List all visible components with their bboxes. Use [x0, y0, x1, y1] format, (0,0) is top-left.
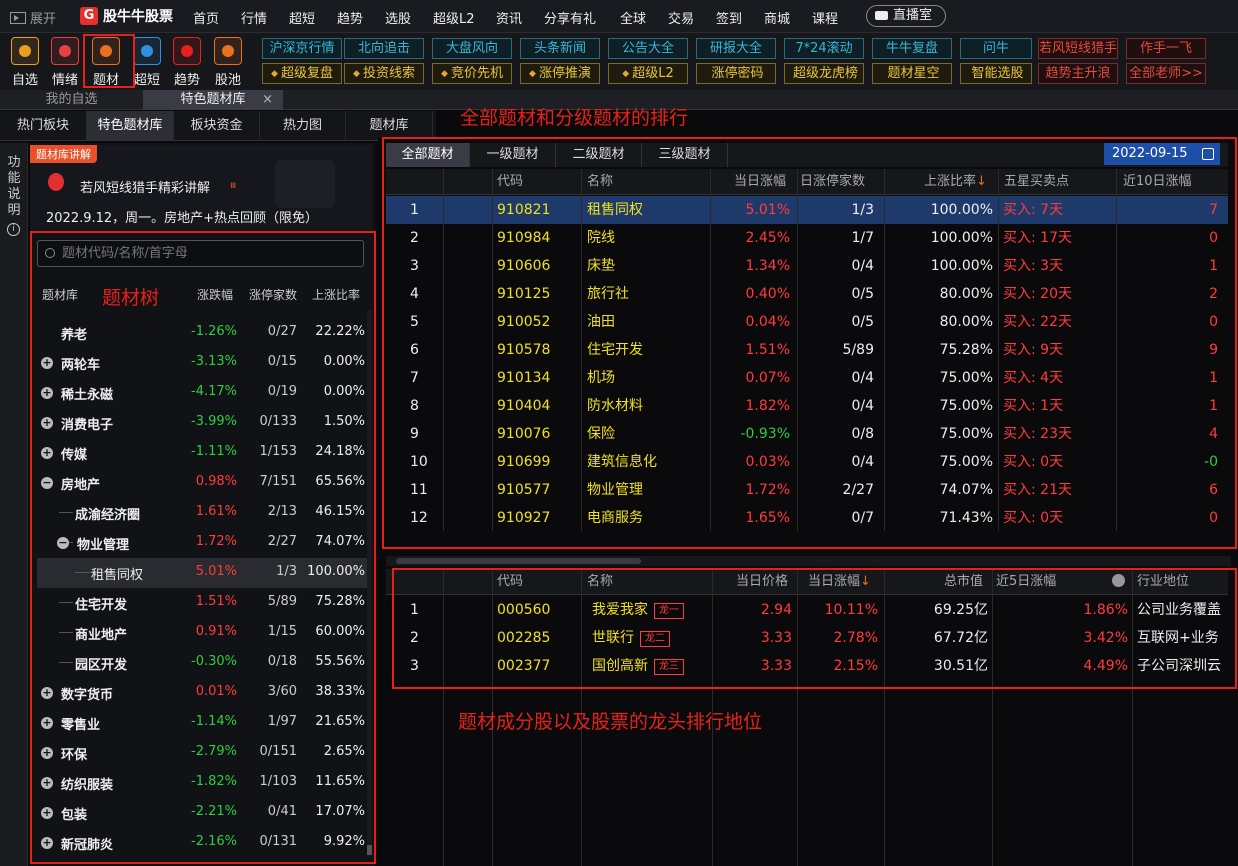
quick-tool-9[interactable]: 智能选股 — [960, 63, 1032, 84]
quick-tool-3[interactable]: 竞价先机 — [432, 63, 512, 84]
video-camera-icon — [275, 160, 335, 208]
components-highlight-box — [392, 568, 1237, 689]
expand-button[interactable]: 展开 — [10, 8, 56, 27]
quick-link-2[interactable]: 北向追击 — [344, 38, 424, 59]
tool-label: 趋势 — [173, 73, 200, 88]
expand-icon — [10, 12, 26, 24]
quick-tool-5[interactable]: 超级L2 — [608, 63, 688, 84]
quick-tool-6[interactable]: 涨停密码 — [696, 63, 776, 84]
app-brand: 股牛牛股票 — [103, 9, 173, 25]
camera-icon — [875, 11, 888, 20]
app-logo: G 股牛牛股票 — [80, 6, 173, 26]
quick-tool-7[interactable]: 超级龙虎榜 — [784, 63, 864, 84]
menu-checkin[interactable]: 签到 — [716, 8, 742, 27]
quick-tool-4[interactable]: 涨停推演 — [520, 63, 600, 84]
subtab-heatmap[interactable]: 热力图 — [260, 111, 346, 141]
quick-link-7[interactable]: 7*24滚动 — [784, 38, 864, 59]
banner-title: 若风短线猎手精彩讲解 — [80, 181, 211, 196]
menu-super-l2[interactable]: 超级L2 — [433, 8, 475, 27]
speaker-avatar-icon — [48, 173, 64, 191]
menu-news[interactable]: 资讯 — [496, 8, 522, 27]
banner-tag: 题材库讲解 — [30, 145, 97, 163]
ranking-horizontal-scrollbar[interactable] — [386, 556, 1231, 566]
quick-link-11[interactable]: 作手一飞 — [1126, 38, 1206, 59]
menu-home[interactable]: 首页 — [193, 8, 219, 27]
quick-link-8[interactable]: 牛牛复盘 — [872, 38, 952, 59]
audio-bars-icon: ııı — [230, 180, 236, 191]
quick-link-4[interactable]: 头条新闻 — [520, 38, 600, 59]
banner-subtitle: 2022.9.12，周一。房地产+热点回顾（限免） — [46, 211, 319, 226]
tab-my-watchlist[interactable]: 我的自选 — [0, 90, 143, 110]
menu-mall[interactable]: 商城 — [764, 8, 790, 27]
quick-tool-1[interactable]: 超级复盘 — [262, 63, 342, 84]
function-help-label: 功能说明 — [7, 155, 21, 218]
tab-special-theme[interactable]: 特色题材库 × — [143, 90, 283, 110]
highlight-theme-tool — [83, 34, 135, 88]
tool-6[interactable]: 股池 — [208, 37, 248, 88]
tree-highlight-box — [30, 231, 376, 864]
function-help-strip[interactable]: 功能说明 i — [0, 143, 28, 866]
menu-courses[interactable]: 课程 — [812, 8, 838, 27]
tool-label: 自选 — [11, 73, 38, 88]
annotation-tree: 题材树 — [102, 287, 160, 309]
quick-link-5[interactable]: 公告大全 — [608, 38, 688, 59]
menu-stock-picker[interactable]: 选股 — [385, 8, 411, 27]
folder-icon — [133, 37, 161, 65]
logo-icon: G — [80, 7, 98, 25]
quick-link-9[interactable]: 问牛 — [960, 38, 1032, 59]
menu-trade[interactable]: 交易 — [668, 8, 694, 27]
menu-trend[interactable]: 趋势 — [337, 8, 363, 27]
quick-link-3[interactable]: 大盘风向 — [432, 38, 512, 59]
tool-5[interactable]: 趋势 — [167, 37, 207, 88]
target-icon — [173, 37, 201, 65]
quick-tool-2[interactable]: 投资线索 — [344, 63, 424, 84]
add-watchlist-icon — [11, 37, 39, 65]
menu-ultrashort[interactable]: 超短 — [289, 8, 315, 27]
tool-label: 情绪 — [51, 73, 78, 88]
subtab-special-theme[interactable]: 特色题材库 — [87, 111, 174, 141]
annotation-components: 题材成分股以及股票的龙头排行地位 — [458, 711, 763, 733]
subtab-sector-funds[interactable]: 板块资金 — [174, 111, 260, 141]
quick-tool-10[interactable]: 趋势主升浪 — [1038, 63, 1118, 84]
chart-icon — [214, 37, 242, 65]
menu-global[interactable]: 全球 — [620, 8, 646, 27]
annotation-ranking: 全部题材和分级题材的排行 — [460, 107, 689, 129]
info-icon: i — [7, 223, 20, 236]
heart-icon — [51, 37, 79, 65]
quick-tool-8[interactable]: 题材星空 — [872, 63, 952, 84]
tool-label: 股池 — [214, 73, 241, 88]
subtab-hot-sectors[interactable]: 热门板块 — [0, 111, 87, 141]
close-tab-icon[interactable]: × — [262, 90, 273, 110]
quick-tool-11[interactable]: 全部老师>> — [1126, 63, 1206, 84]
ranking-highlight-box — [382, 137, 1237, 549]
quick-link-1[interactable]: 沪深京行情 — [262, 38, 342, 59]
tool-1[interactable]: 自选 — [5, 37, 45, 88]
menu-market[interactable]: 行情 — [241, 8, 267, 27]
menu-share-gift[interactable]: 分享有礼 — [544, 8, 596, 27]
quick-link-10[interactable]: 若风短线猎手 — [1038, 38, 1118, 59]
live-room-button[interactable]: 直播室 — [866, 5, 946, 27]
quick-link-6[interactable]: 研报大全 — [696, 38, 776, 59]
tool-2[interactable]: 情绪 — [45, 37, 85, 88]
top-menu-bar — [0, 0, 1238, 33]
